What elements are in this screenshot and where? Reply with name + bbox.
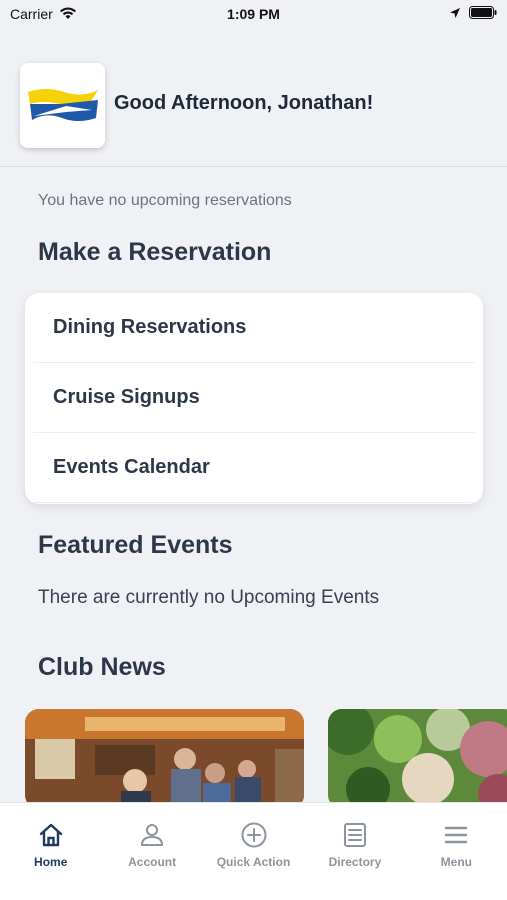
wifi-icon xyxy=(59,6,77,23)
list-document-icon xyxy=(343,823,366,847)
greeting-text: Good Afternoon, Jonathan! xyxy=(114,92,374,114)
carrier-label: Carrier xyxy=(10,6,53,22)
events-calendar-item[interactable]: Events Calendar xyxy=(33,433,475,503)
club-logo xyxy=(20,63,105,148)
tab-home-label: Home xyxy=(34,855,68,869)
reservation-options-card: Dining Reservations Cruise Signups Event… xyxy=(25,293,483,504)
cruise-signups-item[interactable]: Cruise Signups xyxy=(33,363,475,433)
dining-reservations-item[interactable]: Dining Reservations xyxy=(33,293,475,363)
header: Good Afternoon, Jonathan! xyxy=(0,50,507,167)
news-card-garden-photo[interactable] xyxy=(328,709,507,809)
make-reservation-title: Make a Reservation xyxy=(38,238,272,266)
tab-menu-label: Menu xyxy=(440,855,472,869)
tab-quick-action[interactable]: Quick Action xyxy=(203,803,304,900)
tab-directory[interactable]: Directory xyxy=(304,803,405,900)
home-icon xyxy=(39,823,62,847)
burgee-flag-icon xyxy=(27,88,98,121)
no-events-text: There are currently no Upcoming Events xyxy=(38,587,380,608)
tab-account-label: Account xyxy=(128,855,177,869)
plus-circle-icon xyxy=(241,822,267,848)
tab-menu[interactable]: Menu xyxy=(406,803,507,900)
person-icon xyxy=(141,824,164,846)
tab-home[interactable]: Home xyxy=(0,803,101,900)
battery-icon xyxy=(469,6,497,22)
tab-directory-label: Directory xyxy=(328,855,382,869)
no-reservations-text: You have no upcoming reservations xyxy=(38,192,292,209)
hamburger-icon xyxy=(445,826,468,844)
tab-account[interactable]: Account xyxy=(101,803,202,900)
news-card-clubhouse-photo[interactable] xyxy=(25,709,304,809)
status-bar: Carrier 1:09 PM xyxy=(0,0,507,28)
tab-bar: Home Account Quick Action Directory Menu xyxy=(0,802,507,900)
location-arrow-icon xyxy=(449,6,461,22)
status-right xyxy=(449,6,497,22)
club-news-title: Club News xyxy=(38,653,166,681)
featured-events-title: Featured Events xyxy=(38,531,233,559)
tab-quick-action-label: Quick Action xyxy=(216,855,291,869)
status-left: Carrier xyxy=(10,6,77,23)
